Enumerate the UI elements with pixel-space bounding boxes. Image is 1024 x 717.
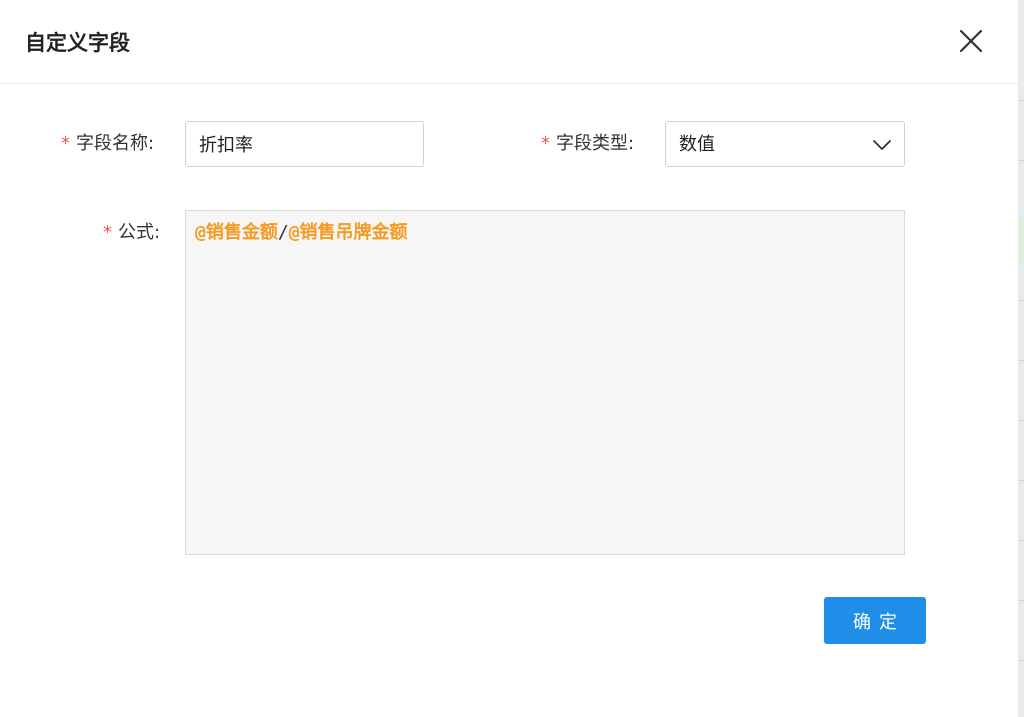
field-type-label-text: 字段类型: [556, 133, 635, 154]
background-row-divider [1018, 360, 1024, 361]
formula-field-token[interactable]: @销售吊牌金额 [289, 222, 408, 243]
formula-content: @销售金额/@销售吊牌金额 [195, 220, 895, 246]
background-highlight-row [1018, 215, 1024, 265]
formula-label: * 公式: [103, 220, 160, 246]
background-row-divider [1018, 660, 1024, 661]
confirm-button[interactable]: 确定 [824, 597, 926, 644]
field-name-label-text: 字段名称: [76, 133, 155, 154]
dialog-title: 自定义字段 [25, 31, 130, 55]
field-type-label: * 字段类型: [541, 131, 634, 157]
formula-editor[interactable]: @销售金额/@销售吊牌金额 [185, 210, 905, 555]
field-name-input[interactable] [185, 121, 424, 167]
background-row-divider [1018, 600, 1024, 601]
required-mark: * [541, 133, 550, 154]
close-icon [959, 29, 983, 53]
formula-label-text: 公式: [118, 222, 161, 243]
formula-operator: / [277, 222, 289, 243]
formula-field-token[interactable]: @销售金额 [195, 222, 278, 243]
background-row-divider [1018, 160, 1024, 161]
background-row-divider [1018, 300, 1024, 301]
background-page-edge [1018, 0, 1024, 717]
field-type-select[interactable]: 数值 [665, 121, 905, 167]
close-button[interactable] [956, 26, 986, 56]
field-type-selected-value: 数值 [679, 134, 715, 155]
background-row-divider [1018, 420, 1024, 421]
background-row-divider [1018, 480, 1024, 481]
required-mark: * [61, 133, 70, 154]
required-mark: * [103, 222, 112, 243]
background-row-divider [1018, 540, 1024, 541]
dialog-header: 自定义字段 [0, 0, 1018, 84]
custom-field-dialog: 自定义字段 * 字段名称: * 字段类型: 数值 * 公式: @销售金额/@销售吊牌金… [0, 0, 1018, 717]
chevron-down-icon [873, 140, 891, 150]
background-row-divider [1018, 100, 1024, 101]
field-name-label: * 字段名称: [61, 131, 154, 157]
